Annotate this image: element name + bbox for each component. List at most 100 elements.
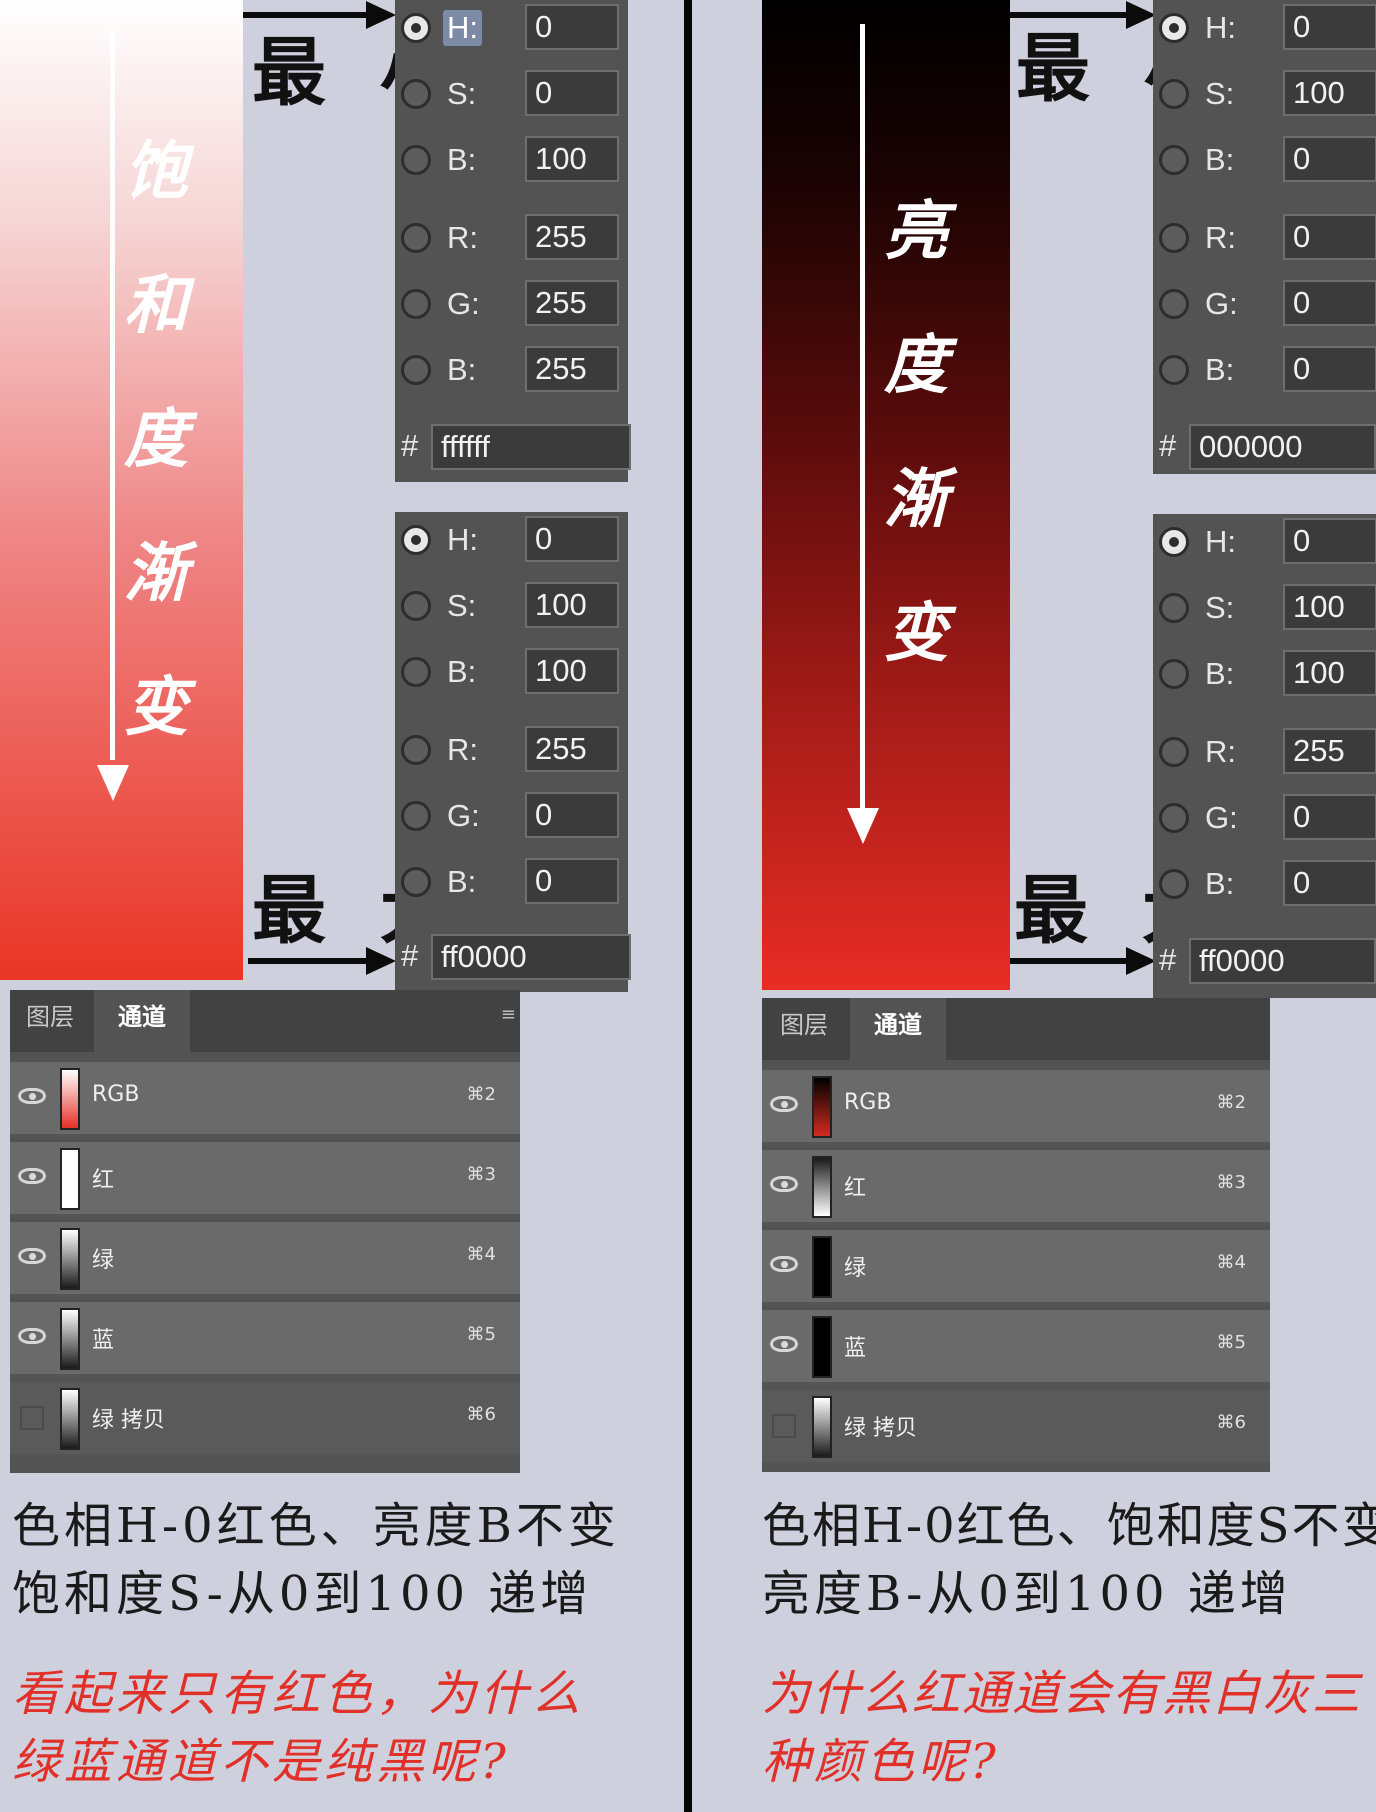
tab-layers[interactable]: 图层: [10, 990, 90, 1052]
picker-value-field[interactable]: 255: [525, 214, 619, 260]
picker-row-b2[interactable]: B: 255: [395, 346, 628, 396]
tab-channels[interactable]: 通道: [94, 990, 190, 1052]
radio-button-icon[interactable]: [1159, 737, 1189, 767]
hex-field[interactable]: 000000: [1189, 424, 1376, 470]
channel-row-red[interactable]: 红 ⌘3: [10, 1142, 520, 1218]
radio-button-icon[interactable]: [401, 801, 431, 831]
radio-button-icon[interactable]: [1159, 289, 1189, 319]
radio-button-icon[interactable]: [1159, 223, 1189, 253]
picker-row-s[interactable]: S: 100: [1153, 70, 1376, 120]
radio-button-icon[interactable]: [401, 591, 431, 621]
hex-field[interactable]: ffffff: [431, 424, 631, 470]
eye-icon[interactable]: [770, 1096, 798, 1112]
picker-row-g[interactable]: G: 255: [395, 280, 628, 330]
picker-value-field[interactable]: 255: [525, 346, 619, 392]
hex-field[interactable]: ff0000: [431, 934, 631, 980]
channel-row-green-copy[interactable]: 绿 拷贝 ⌘6: [10, 1382, 520, 1458]
visibility-checkbox[interactable]: [772, 1414, 796, 1438]
channel-row-red[interactable]: 红 ⌘3: [762, 1150, 1270, 1226]
picker-row-b[interactable]: B: 100: [395, 648, 628, 698]
radio-button-icon[interactable]: [401, 657, 431, 687]
picker-row-r[interactable]: R: 255: [1153, 728, 1376, 778]
picker-row-b[interactable]: B: 100: [1153, 650, 1376, 700]
picker-value-field[interactable]: 0: [1283, 794, 1376, 840]
picker-value-field[interactable]: 0: [525, 70, 619, 116]
picker-row-r[interactable]: R: 255: [395, 214, 628, 264]
picker-value-field[interactable]: 0: [1283, 346, 1376, 392]
picker-value-field[interactable]: 0: [1283, 518, 1376, 564]
radio-button-icon[interactable]: [1159, 803, 1189, 833]
picker-value-field[interactable]: 255: [525, 280, 619, 326]
radio-button-icon[interactable]: [401, 867, 431, 897]
picker-row-h[interactable]: H: 0: [395, 4, 628, 54]
picker-value-field[interactable]: 0: [1283, 136, 1376, 182]
picker-value-field[interactable]: 100: [525, 648, 619, 694]
picker-row-s[interactable]: S: 100: [1153, 584, 1376, 634]
channel-row-blue[interactable]: 蓝 ⌘5: [762, 1310, 1270, 1386]
picker-row-s[interactable]: S: 0: [395, 70, 628, 120]
eye-icon[interactable]: [18, 1168, 46, 1184]
eye-icon[interactable]: [770, 1336, 798, 1352]
radio-button-icon[interactable]: [1159, 869, 1189, 899]
tab-layers[interactable]: 图层: [762, 998, 846, 1060]
picker-row-s[interactable]: S: 100: [395, 582, 628, 632]
channel-row-green[interactable]: 绿 ⌘4: [762, 1230, 1270, 1306]
radio-button-icon[interactable]: [401, 735, 431, 765]
eye-icon[interactable]: [18, 1328, 46, 1344]
picker-row-h[interactable]: H: 0: [395, 516, 628, 566]
picker-value-field[interactable]: 0: [525, 516, 619, 562]
picker-row-g[interactable]: G: 0: [1153, 794, 1376, 844]
picker-value-field[interactable]: 0: [1283, 860, 1376, 906]
picker-value-field[interactable]: 0: [1283, 4, 1376, 50]
picker-row-g[interactable]: G: 0: [395, 792, 628, 842]
channel-row-green[interactable]: 绿 ⌘4: [10, 1222, 520, 1298]
picker-value-field[interactable]: 0: [525, 792, 619, 838]
picker-value-field[interactable]: 0: [1283, 280, 1376, 326]
picker-row-g[interactable]: G: 0: [1153, 280, 1376, 330]
radio-button-icon[interactable]: [1159, 355, 1189, 385]
picker-value-field[interactable]: 100: [1283, 650, 1376, 696]
channel-row-rgb[interactable]: RGB ⌘2: [10, 1062, 520, 1138]
picker-value-field[interactable]: 0: [1283, 214, 1376, 260]
picker-row-b[interactable]: B: 0: [1153, 136, 1376, 186]
picker-row-b[interactable]: B: 100: [395, 136, 628, 186]
channel-row-blue[interactable]: 蓝 ⌘5: [10, 1302, 520, 1378]
picker-value-field[interactable]: 255: [1283, 728, 1376, 774]
picker-value-field[interactable]: 100: [525, 582, 619, 628]
hex-field[interactable]: ff0000: [1189, 938, 1376, 984]
channel-row-rgb[interactable]: RGB ⌘2: [762, 1070, 1270, 1146]
picker-value-field[interactable]: 0: [525, 4, 619, 50]
radio-button-icon[interactable]: [1159, 527, 1189, 557]
picker-value-field[interactable]: 100: [525, 136, 619, 182]
radio-button-icon[interactable]: [401, 13, 431, 43]
picker-value-field[interactable]: 0: [525, 858, 619, 904]
radio-button-icon[interactable]: [401, 79, 431, 109]
picker-value-field[interactable]: 100: [1283, 70, 1376, 116]
picker-row-b2[interactable]: B: 0: [1153, 860, 1376, 910]
picker-row-h[interactable]: H: 0: [1153, 518, 1376, 568]
eye-icon[interactable]: [18, 1248, 46, 1264]
picker-value-field[interactable]: 100: [1283, 584, 1376, 630]
radio-button-icon[interactable]: [1159, 593, 1189, 623]
radio-button-icon[interactable]: [401, 525, 431, 555]
picker-row-r[interactable]: R: 255: [395, 726, 628, 776]
radio-button-icon[interactable]: [401, 223, 431, 253]
eye-icon[interactable]: [18, 1088, 46, 1104]
picker-value-field[interactable]: 255: [525, 726, 619, 772]
channel-row-green-copy[interactable]: 绿 拷贝 ⌘6: [762, 1390, 1270, 1466]
eye-icon[interactable]: [770, 1256, 798, 1272]
radio-button-icon[interactable]: [1159, 145, 1189, 175]
radio-button-icon[interactable]: [1159, 13, 1189, 43]
radio-button-icon[interactable]: [1159, 79, 1189, 109]
picker-row-b2[interactable]: B: 0: [395, 858, 628, 908]
tab-channels[interactable]: 通道: [850, 998, 946, 1060]
radio-button-icon[interactable]: [1159, 659, 1189, 689]
eye-icon[interactable]: [770, 1176, 798, 1192]
picker-row-r[interactable]: R: 0: [1153, 214, 1376, 264]
visibility-checkbox[interactable]: [20, 1406, 44, 1430]
radio-button-icon[interactable]: [401, 355, 431, 385]
picker-row-h[interactable]: H: 0: [1153, 4, 1376, 54]
radio-button-icon[interactable]: [401, 289, 431, 319]
radio-button-icon[interactable]: [401, 145, 431, 175]
picker-row-b2[interactable]: B: 0: [1153, 346, 1376, 396]
